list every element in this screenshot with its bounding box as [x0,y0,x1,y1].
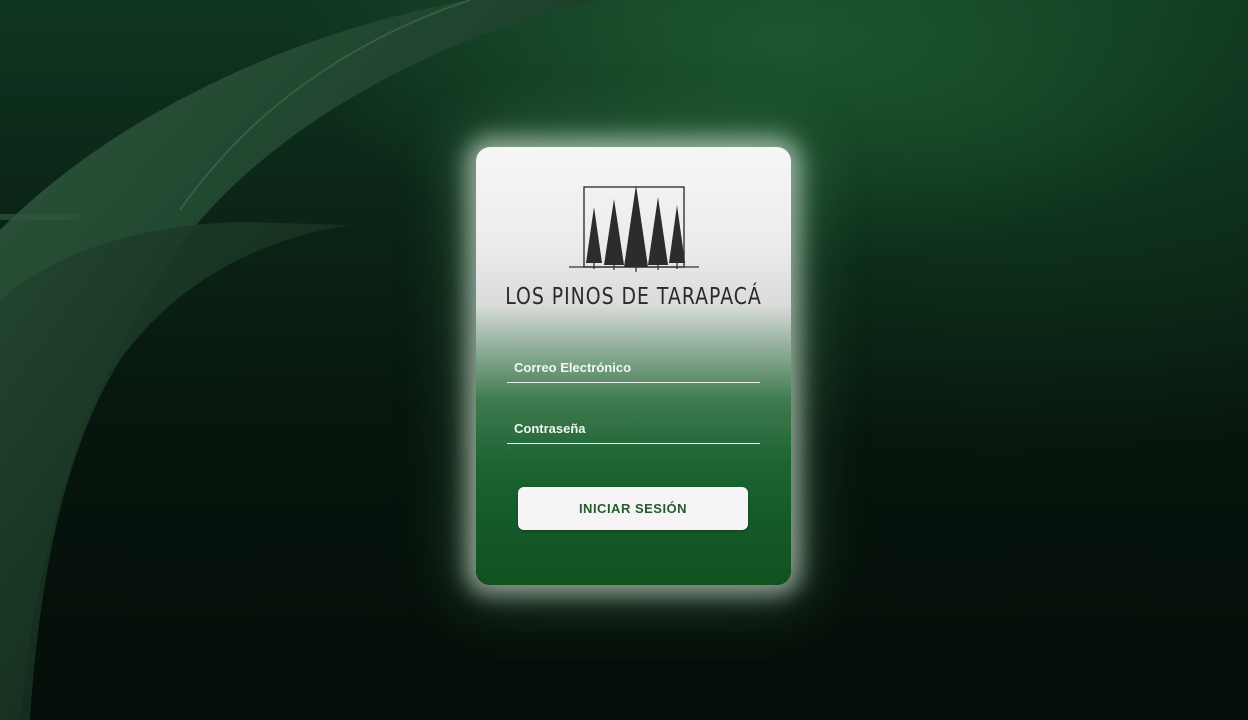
login-card: LOS PINOS DE TARAPACÁ Correo Electrónico… [476,147,791,585]
login-button[interactable]: INICIAR SESIÓN [518,487,748,530]
brand-logo [476,181,791,277]
brand-name: LOS PINOS DE TARAPACÁ [505,284,762,310]
email-input[interactable] [507,353,764,384]
email-field[interactable]: Correo Electrónico [507,353,764,384]
password-input[interactable] [507,414,764,445]
password-field[interactable]: Contraseña [507,414,764,445]
pine-trees-icon [568,185,699,272]
